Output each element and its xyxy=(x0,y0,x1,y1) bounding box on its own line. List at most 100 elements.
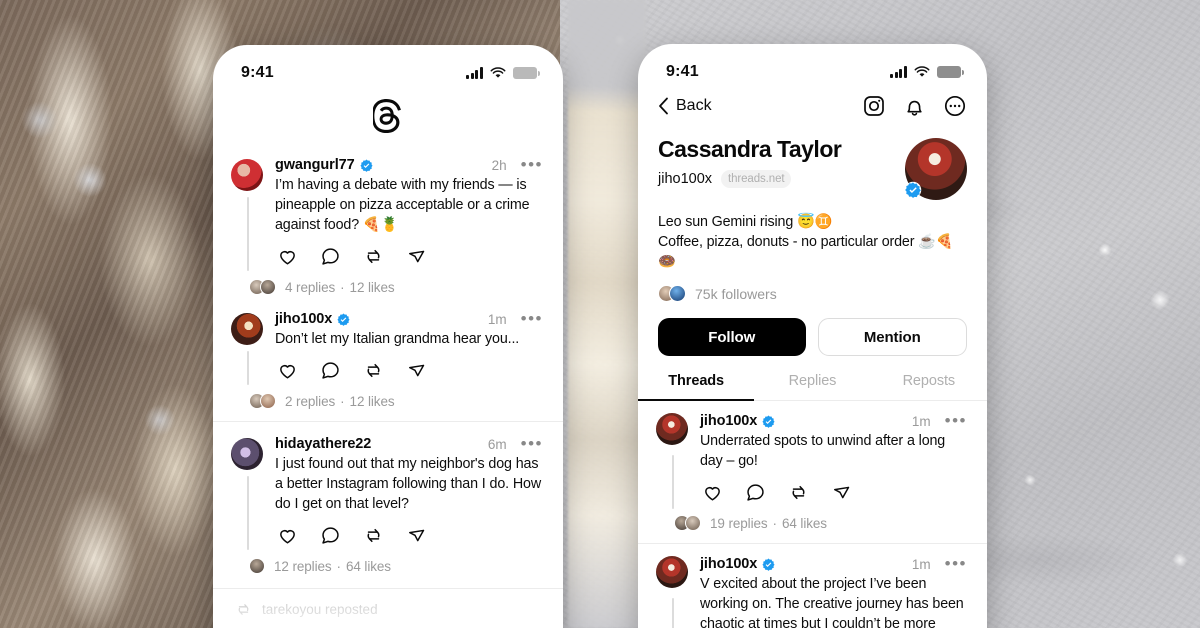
avatar[interactable] xyxy=(231,438,263,470)
meta-separator: · xyxy=(340,279,345,295)
like-count[interactable]: 12 likes xyxy=(350,280,395,295)
reply-count[interactable]: 2 replies xyxy=(285,394,335,409)
feed-post[interactable]: gwangurl77 2h ••• I’m having a debate wi… xyxy=(213,147,563,297)
mention-button[interactable]: Mention xyxy=(817,318,967,356)
reply-count[interactable]: 19 replies xyxy=(710,516,768,531)
post-header: jiho100x 1m ••• xyxy=(700,555,967,572)
post-actions[interactable] xyxy=(277,246,543,267)
post-timestamp: 1m xyxy=(487,311,507,327)
repost-notice-text: tarekoyou reposted xyxy=(262,602,378,617)
post-header: gwangurl77 2h ••• xyxy=(275,156,543,173)
post-header: hidayathere22 6m ••• xyxy=(275,435,543,452)
share-paperplane-icon[interactable] xyxy=(831,482,852,503)
feed-post[interactable]: jiho100x 1m ••• Don’t let my Italian gra… xyxy=(213,297,563,411)
profile-bio-line-1: Leo sun Gemini rising 😇♊ xyxy=(658,214,833,230)
avatar-column xyxy=(656,556,700,628)
avatar[interactable] xyxy=(656,556,688,588)
comment-bubble-icon[interactable] xyxy=(320,246,341,267)
followers-count[interactable]: 75k followers xyxy=(695,286,777,302)
avatar[interactable] xyxy=(231,159,263,191)
post-username[interactable]: jiho100x xyxy=(275,311,332,327)
post-more-button[interactable]: ••• xyxy=(936,555,967,572)
like-heart-icon[interactable] xyxy=(277,525,298,546)
repost-icon[interactable] xyxy=(363,360,384,381)
profile-post[interactable]: jiho100x 1m ••• Underrated spots to unwi… xyxy=(638,401,987,533)
post-meta[interactable]: 12 replies · 64 likes xyxy=(249,558,543,574)
verified-badge-icon xyxy=(762,415,775,428)
post-header: jiho100x 1m ••• xyxy=(275,310,543,327)
post-header: jiho100x 1m ••• xyxy=(700,412,967,429)
like-heart-icon[interactable] xyxy=(277,246,298,267)
profile-handle: jiho100x xyxy=(658,171,713,187)
repost-icon[interactable] xyxy=(788,482,809,503)
avatar[interactable] xyxy=(231,313,263,345)
like-heart-icon[interactable] xyxy=(277,360,298,381)
profile-post[interactable]: jiho100x 1m ••• V excited about the proj… xyxy=(638,544,987,628)
back-button[interactable]: Back xyxy=(658,97,712,115)
feed-post[interactable]: hidayathere22 6m ••• I just found out th… xyxy=(213,422,563,576)
profile-bio: Leo sun Gemini rising 😇♊ Coffee, pizza, … xyxy=(638,200,987,272)
follow-button[interactable]: Follow xyxy=(658,318,806,356)
status-time: 9:41 xyxy=(666,63,699,80)
reply-count[interactable]: 12 replies xyxy=(274,559,332,574)
instagram-icon[interactable] xyxy=(862,94,886,118)
threads-logo-icon xyxy=(373,99,401,133)
followers-row[interactable]: 75k followers xyxy=(638,272,987,302)
post-more-button[interactable]: ••• xyxy=(512,156,543,173)
thread-connector-line xyxy=(671,598,674,628)
like-heart-icon[interactable] xyxy=(702,482,723,503)
reply-count[interactable]: 4 replies xyxy=(285,280,335,295)
repost-notice[interactable]: tarekoyou reposted xyxy=(213,589,563,622)
post-more-button[interactable]: ••• xyxy=(936,412,967,429)
post-username[interactable]: jiho100x xyxy=(700,413,757,429)
phone-mockup-profile: 9:41 Back Cassandra Taylor jiho100x thre… xyxy=(638,44,987,628)
repost-icon[interactable] xyxy=(363,525,384,546)
comment-bubble-icon[interactable] xyxy=(745,482,766,503)
like-count[interactable]: 64 likes xyxy=(346,559,391,574)
post-actions[interactable] xyxy=(702,482,967,503)
post-timestamp: 1m xyxy=(911,556,931,572)
threads-logo-bar xyxy=(213,91,563,147)
post-meta[interactable]: 19 replies · 64 likes xyxy=(674,515,967,531)
wifi-icon xyxy=(914,66,930,77)
post-meta[interactable]: 4 replies · 12 likes xyxy=(249,279,543,295)
more-circle-icon[interactable] xyxy=(943,94,967,118)
bell-icon[interactable] xyxy=(903,95,926,118)
profile-display-name: Cassandra Taylor xyxy=(658,136,842,162)
battery-icon xyxy=(937,66,964,78)
profile-avatar[interactable] xyxy=(904,138,967,200)
followers-facepile xyxy=(658,285,686,302)
like-count[interactable]: 12 likes xyxy=(350,394,395,409)
tab-threads[interactable]: Threads xyxy=(638,373,755,401)
meta-separator: · xyxy=(340,393,345,409)
feed-list[interactable]: gwangurl77 2h ••• I’m having a debate wi… xyxy=(213,147,563,628)
share-paperplane-icon[interactable] xyxy=(406,360,427,381)
post-username[interactable]: gwangurl77 xyxy=(275,157,355,173)
post-username[interactable]: hidayathere22 xyxy=(275,436,371,452)
post-more-button[interactable]: ••• xyxy=(512,310,543,327)
profile-bio-line-2: Coffee, pizza, donuts - no particular or… xyxy=(658,234,954,270)
tab-reposts[interactable]: Reposts xyxy=(871,373,987,400)
post-more-button[interactable]: ••• xyxy=(512,435,543,452)
post-actions[interactable] xyxy=(277,360,543,381)
share-paperplane-icon[interactable] xyxy=(406,525,427,546)
feed-post-partial[interactable]: jiho100x 2h xyxy=(213,622,563,628)
verified-badge-icon xyxy=(904,181,922,199)
battery-icon xyxy=(513,67,540,79)
repost-icon[interactable] xyxy=(363,246,384,267)
cellular-bars-icon xyxy=(890,66,907,78)
thread-connector-line xyxy=(246,351,249,385)
share-paperplane-icon[interactable] xyxy=(406,246,427,267)
comment-bubble-icon[interactable] xyxy=(320,525,341,546)
post-text: Underrated spots to unwind after a long … xyxy=(700,433,946,469)
post-meta[interactable]: 2 replies · 12 likes xyxy=(249,393,543,409)
avatar[interactable] xyxy=(656,413,688,445)
comment-bubble-icon[interactable] xyxy=(320,360,341,381)
verified-badge-icon xyxy=(762,558,775,571)
post-actions[interactable] xyxy=(277,525,543,546)
repost-icon xyxy=(238,604,249,615)
like-count[interactable]: 64 likes xyxy=(782,516,827,531)
avatar-column xyxy=(231,157,275,297)
tab-replies[interactable]: Replies xyxy=(754,373,870,400)
post-username[interactable]: jiho100x xyxy=(700,556,757,572)
